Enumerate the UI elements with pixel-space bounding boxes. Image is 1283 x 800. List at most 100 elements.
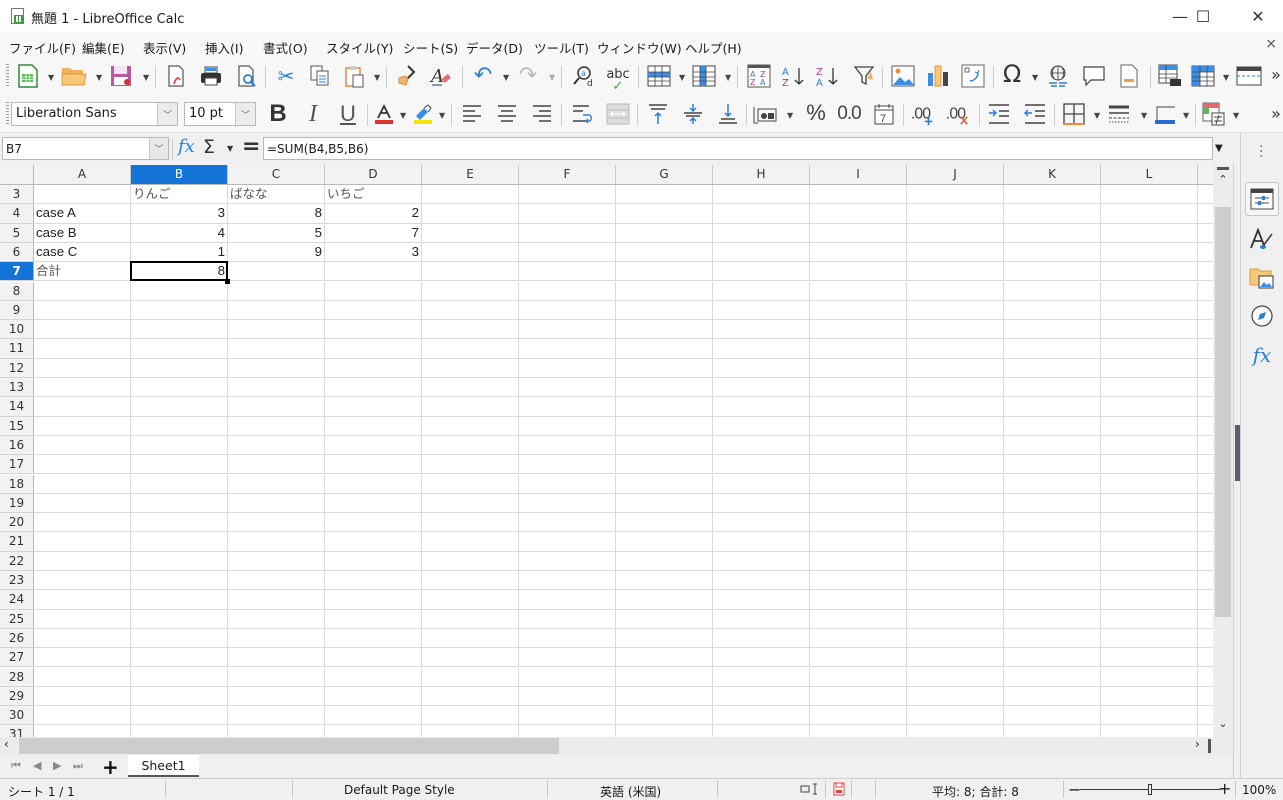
add-decimal-button[interactable]: .00 (910, 101, 936, 127)
grid-cell[interactable] (1004, 358, 1101, 378)
grid-cell[interactable] (1101, 416, 1198, 436)
grid-cell[interactable] (131, 571, 228, 591)
grid-cell[interactable] (1101, 281, 1198, 301)
grid-cell[interactable] (616, 725, 713, 737)
grid-cell[interactable] (228, 609, 325, 629)
grid-cell[interactable] (616, 378, 713, 398)
select-all-corner[interactable] (0, 165, 34, 185)
number-format-button[interactable]: 0.0 (836, 101, 862, 127)
define-print-area-button[interactable] (1157, 63, 1183, 89)
new-dropdown-arrow[interactable]: ▼ (48, 73, 54, 82)
grid-cell[interactable] (810, 435, 907, 456)
column-header-c[interactable]: C (228, 165, 325, 185)
grid-cell[interactable] (616, 648, 713, 668)
row-header-15[interactable]: 15 (0, 416, 34, 436)
grid-cell[interactable] (1198, 378, 1213, 398)
cell-a6[interactable]: case C (34, 242, 131, 263)
close-button[interactable]: ✕ (1235, 0, 1281, 32)
grid-cell[interactable] (228, 706, 325, 726)
grid-cell[interactable] (907, 358, 1004, 378)
grid-cell[interactable] (34, 397, 131, 417)
grid-cell[interactable] (325, 339, 422, 359)
column-header-f[interactable]: F (519, 165, 616, 185)
grid-cell[interactable] (325, 571, 422, 591)
grid-cell[interactable] (1101, 590, 1198, 610)
add-sheet-button[interactable]: + (102, 755, 119, 779)
grid-cell[interactable] (228, 339, 325, 359)
grid-cell[interactable] (1198, 668, 1213, 687)
sheet-position[interactable]: シート 1 / 1 (8, 783, 75, 800)
grid-cell[interactable] (713, 416, 810, 436)
grid-cell[interactable] (325, 667, 422, 687)
sidebar-navigator-button[interactable] (1245, 299, 1279, 333)
column-header-h[interactable]: H (713, 165, 810, 185)
sidebar-styles-button[interactable] (1245, 222, 1279, 256)
grid-cell[interactable] (907, 648, 1004, 668)
grid-cell[interactable] (713, 474, 810, 494)
grid-cell[interactable] (1004, 281, 1101, 301)
row-header-21[interactable]: 21 (0, 532, 34, 552)
grid-cell[interactable] (228, 281, 325, 301)
grid-cell[interactable] (810, 378, 907, 398)
sort-ascending-button[interactable]: AZ (781, 63, 807, 89)
cell-c6[interactable]: 9 (228, 242, 325, 263)
grid-cell[interactable] (1198, 610, 1213, 629)
font-name-combo[interactable]: Liberation Sans ﹀ (11, 102, 178, 126)
grid-cell[interactable] (616, 358, 713, 378)
open-dropdown-arrow[interactable]: ▼ (96, 73, 102, 82)
function-wizard-button[interactable]: fx (178, 136, 195, 157)
grid-cell[interactable] (713, 571, 810, 591)
grid-cell[interactable] (810, 609, 907, 629)
name-box[interactable]: B7 ﹀ (2, 137, 169, 160)
grid-cell[interactable] (1101, 435, 1198, 456)
document-modified-indicator[interactable] (833, 782, 845, 799)
spreadsheet-grid[interactable]: ABCDEFGHIJKL 3 4 5 6 7 8 9 10 11 12 13 14 15 16 17 18 19… (0, 165, 1213, 737)
grid-cell[interactable] (616, 686, 713, 707)
grid-cell[interactable] (34, 378, 131, 398)
grid-cell[interactable] (1004, 339, 1101, 359)
row-header-7[interactable]: 7 (0, 262, 34, 282)
grid-cell[interactable] (131, 648, 228, 668)
grid-cell[interactable] (616, 493, 713, 514)
grid-cell[interactable] (1198, 262, 1213, 282)
grid-cell[interactable] (325, 300, 422, 321)
sum-dropdown-arrow[interactable]: ▼ (227, 144, 233, 153)
column-header-partial[interactable] (1198, 165, 1213, 185)
grid-cell[interactable] (1004, 378, 1101, 398)
toolbar1-overflow-button[interactable]: » (1263, 61, 1283, 87)
grid-cell[interactable] (1101, 628, 1198, 649)
column-header-i[interactable]: I (810, 165, 907, 185)
font-color-dropdown-arrow[interactable]: ▼ (400, 111, 406, 120)
cell-c4[interactable]: 8 (228, 204, 325, 224)
grid-cell[interactable] (1198, 204, 1213, 224)
grid-cell[interactable] (810, 725, 907, 737)
grid-cell[interactable] (810, 513, 907, 533)
grid-cell[interactable] (810, 455, 907, 475)
grid-cell[interactable] (1101, 667, 1198, 687)
wrap-text-button[interactable] (570, 101, 596, 127)
clone-formatting-button[interactable] (394, 63, 420, 89)
grid-cell[interactable] (519, 474, 616, 494)
grid-cell[interactable] (34, 590, 131, 610)
grid-cell[interactable] (34, 455, 131, 475)
grid-cell[interactable] (131, 590, 228, 610)
grid-cell[interactable] (1198, 706, 1213, 726)
grid-cell[interactable] (228, 725, 325, 737)
grid-cell[interactable] (422, 551, 519, 571)
grid-cell[interactable] (34, 320, 131, 340)
grid-cell[interactable] (228, 455, 325, 475)
grid-cell[interactable] (1101, 339, 1198, 359)
grid-cell[interactable] (616, 571, 713, 591)
grid-cell[interactable] (34, 474, 131, 494)
highlight-dropdown-arrow[interactable]: ▼ (439, 111, 445, 120)
grid-cell[interactable] (34, 706, 131, 726)
grid-cell[interactable] (907, 706, 1004, 726)
grid-cell[interactable] (422, 474, 519, 494)
copy-button[interactable] (307, 63, 333, 89)
grid-cell[interactable] (810, 320, 907, 340)
grid-cell[interactable] (1198, 417, 1213, 436)
cell-b3[interactable]: りんご (131, 185, 228, 205)
grid-cell[interactable] (131, 628, 228, 649)
grid-cell[interactable] (325, 320, 422, 340)
grid-cell[interactable] (810, 648, 907, 668)
